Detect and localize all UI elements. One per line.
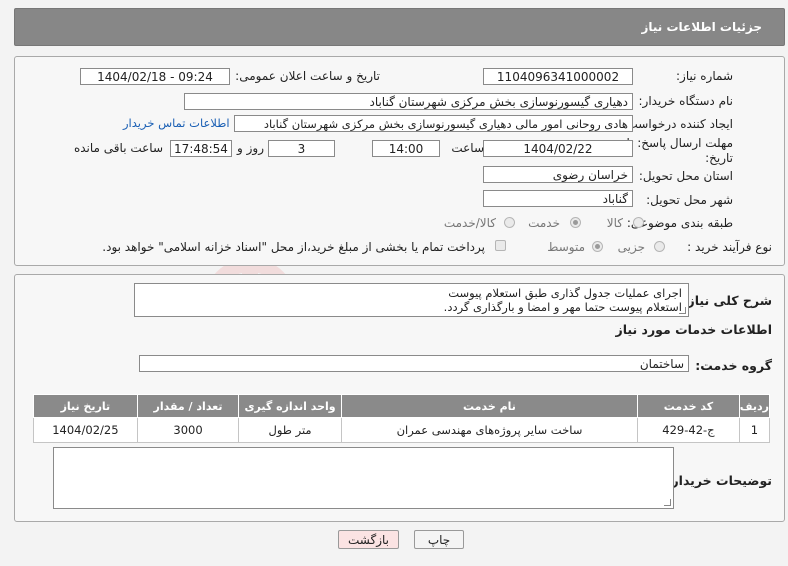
summary-line-2: استعلام پیوست حتما مهر و امضا و بارگذاری…: [443, 300, 682, 314]
deadline-label-line2: تاریخ:: [705, 151, 733, 165]
announce-datetime-label: تاریخ و ساعت اعلان عمومی:: [235, 69, 380, 83]
summary-textarea: اجرای عملیات جدول گذاری طبق استعلام پیوس…: [134, 283, 689, 317]
col-code: کد خدمت: [637, 394, 740, 418]
province-label: استان محل تحویل:: [638, 169, 733, 183]
need-number-field: 1104096341000002: [483, 68, 633, 85]
col-name: نام خدمت: [340, 394, 639, 418]
services-table-header: ردیف کد خدمت نام خدمت واحد اندازه گیری ت…: [33, 394, 771, 418]
buyer-org-label: نام دستگاه خریدار:: [638, 94, 734, 108]
process-radio-minor[interactable]: [654, 241, 665, 252]
treasury-payment-checkbox[interactable]: [495, 240, 506, 251]
service-group-label: گروه خدمت:: [695, 358, 772, 373]
province-field: خراسان رضوی: [483, 166, 633, 183]
buyer-contact-link[interactable]: اطلاعات تماس خریدار: [123, 116, 230, 130]
row-qty: 3000: [136, 417, 240, 443]
summary-line-1: اجرای عملیات جدول گذاری طبق استعلام پیوس…: [448, 286, 682, 300]
back-button[interactable]: بازگشت: [338, 530, 399, 549]
creator-field: هادی روحانی امور مالی دهیاری گیسورنوسازی…: [234, 115, 633, 132]
treasury-payment-note: پرداخت تمام یا بخشی از مبلغ خرید،از محل …: [102, 240, 485, 254]
remaining-time-label: ساعت باقی مانده: [73, 141, 163, 155]
resize-grip-icon[interactable]: [679, 307, 686, 314]
col-unit: واحد اندازه گیری: [238, 394, 342, 418]
process-radio-medium[interactable]: [592, 241, 603, 252]
deadline-time-field: 14:00: [372, 140, 440, 157]
deadline-label: مهلت ارسال پاسخ: تا تاریخ:: [626, 136, 733, 166]
category-option-goods-service: کالا/خدمت: [443, 216, 496, 230]
service-group-field: ساختمان: [139, 355, 689, 372]
category-radio-service[interactable]: [570, 217, 581, 228]
row-date: 1404/02/25: [33, 417, 138, 443]
row-name: ساخت سایر پروژه‌های مهندسی عمران: [340, 417, 639, 443]
deadline-date-field: 1404/02/22: [483, 140, 633, 157]
need-number-label: شماره نیاز:: [676, 69, 733, 83]
page-title-bar: جزئیات اطلاعات نیاز: [14, 8, 785, 46]
print-button[interactable]: چاپ: [414, 530, 464, 549]
page-title: جزئیات اطلاعات نیاز: [641, 20, 762, 34]
creator-label: ایجاد کننده درخواست:: [622, 117, 733, 131]
row-code: ج-42-429: [637, 417, 740, 443]
resize-grip-icon[interactable]: [664, 499, 671, 506]
buyer-org-field: دهیاری گیسورنوسازی بخش مرکزی شهرستان گنا…: [184, 93, 633, 110]
remaining-days-field: 3: [268, 140, 335, 157]
col-index: ردیف: [738, 394, 771, 418]
summary-label: شرح کلی نیاز:: [682, 293, 772, 308]
remaining-time-field: 17:48:54: [170, 140, 232, 157]
col-qty: تعداد / مقدار: [136, 394, 240, 418]
category-radio-goods-service[interactable]: [504, 217, 515, 228]
city-label: شهر محل تحویل:: [646, 193, 733, 207]
category-option-service: خدمت: [528, 216, 560, 230]
remaining-days-label: روز و: [237, 141, 264, 155]
row-unit: متر طول: [238, 417, 342, 443]
process-type-label: نوع فرآیند خرید :: [687, 240, 772, 254]
row-index: 1: [738, 417, 771, 443]
category-option-goods: کالا: [606, 216, 623, 230]
category-radio-goods[interactable]: [633, 217, 644, 228]
city-field: گناباد: [483, 190, 633, 207]
services-section-title: اطلاعات خدمات مورد نیاز: [615, 322, 773, 337]
col-date: تاریخ نیاز: [33, 394, 138, 418]
buyer-notes-textarea: [53, 447, 674, 509]
process-option-medium: متوسط: [547, 240, 585, 254]
services-table: ردیف کد خدمت نام خدمت واحد اندازه گیری ت…: [33, 394, 771, 443]
buyer-notes-label: توضیحات خریدار:: [666, 473, 772, 488]
deadline-label-line1: مهلت ارسال پاسخ: تا: [626, 136, 733, 150]
deadline-time-label: ساعت: [451, 141, 484, 155]
announce-datetime-field: 1404/02/18 - 09:24: [80, 68, 230, 85]
table-row: 1 ج-42-429 ساخت سایر پروژه‌های مهندسی عم…: [33, 417, 771, 443]
process-option-minor: جزیی: [617, 240, 645, 254]
